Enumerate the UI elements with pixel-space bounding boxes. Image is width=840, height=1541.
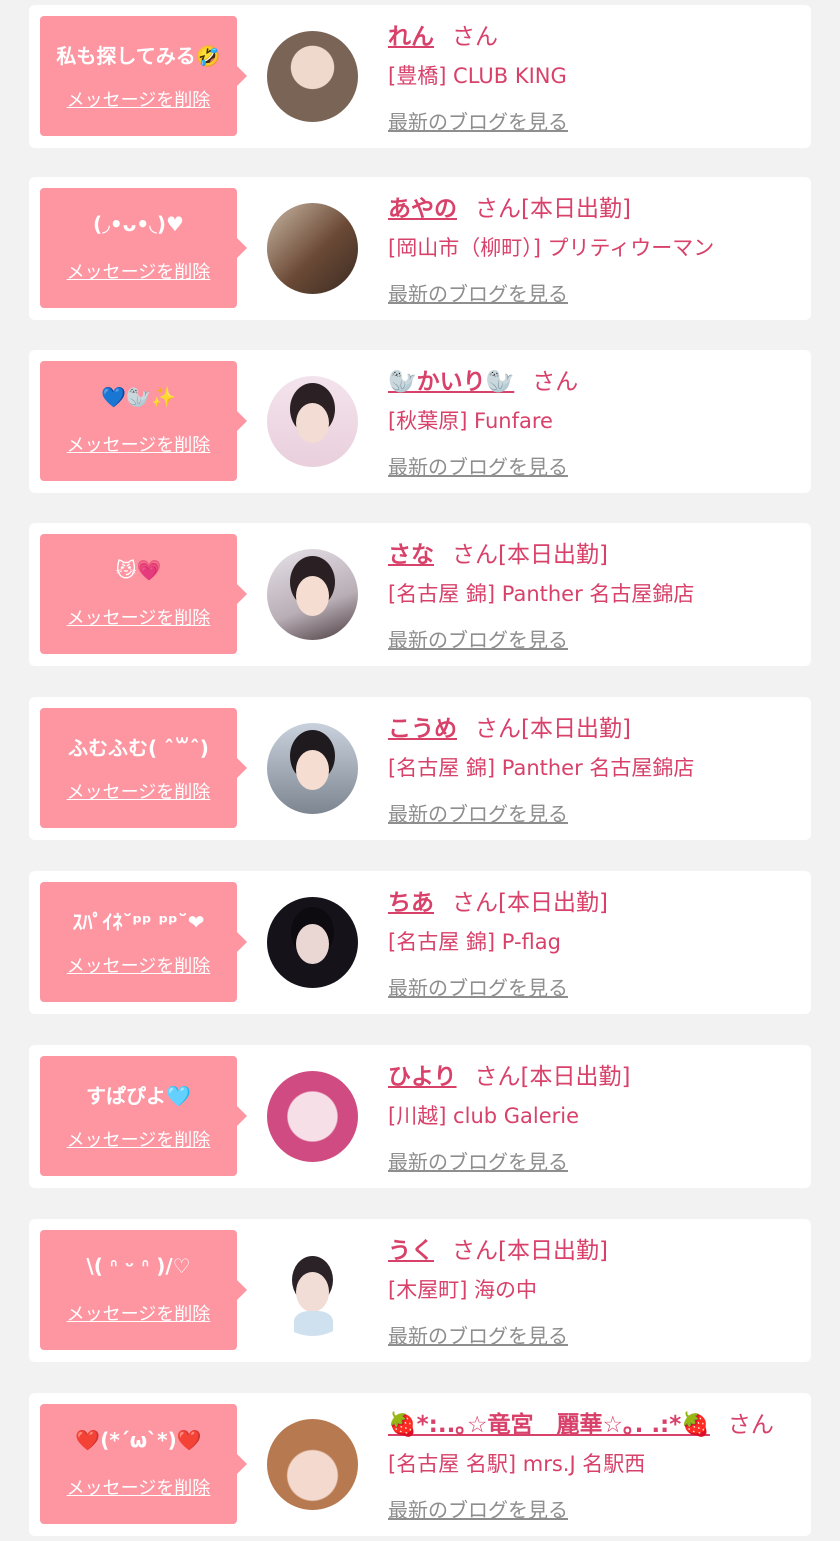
cast-card: 私も探してみる🤣 メッセージを削除 れん さん [豊橋] CLUB KING 最新… [29,5,811,148]
message-text: ❤️(*´ω`*)❤️ [75,1428,202,1452]
cast-card: 💙🦭✨ メッセージを削除 🦭かいり🦭 さん [秋葉原] Funfare 最新のブロ… [29,350,811,493]
latest-blog-link[interactable]: 最新のブログを見る [388,278,568,307]
delete-message-link[interactable]: メッセージを削除 [40,1300,237,1326]
status-label: [本日出勤] [498,1238,608,1264]
message-bubble: 😼💗 メッセージを削除 [40,534,247,654]
cast-card: (◞•ᴗ•◟)♥ メッセージを削除 あやの さん[本日出勤] [岡山市（柳町）] … [29,177,811,320]
cast-card: \( ᐢ ᵕ ᐢ )/♡ メッセージを削除 うく さん[本日出勤] [木屋町] 海… [29,1219,811,1362]
message-text: すぱぴよ🩵 [86,1084,191,1108]
status-label: [本日出勤] [498,542,608,568]
message-text: ふむふむ( ˆ꒳ˆ) [68,736,209,760]
cast-card: ❤️(*´ω`*)❤️ メッセージを削除 🍓*:..｡☆竜宮 麗華☆｡. .:*… [29,1393,811,1536]
latest-blog-link[interactable]: 最新のブログを見る [388,1320,568,1349]
shop-label: [川越] club Galerie [388,1104,580,1128]
honorific: さん [452,1238,498,1264]
status-label: [本日出勤] [521,196,631,222]
honorific: さん [475,716,521,742]
message-bubble: すぱぴよ🩵 メッセージを削除 [40,1056,247,1176]
message-text: 😼💗 [115,558,162,582]
message-text: ｽﾊﾟｲﾈ˘ᵖᵖ ᵖᵖ˘❤ [72,910,205,934]
cast-name-link[interactable]: ちあ [388,890,434,916]
message-bubble: ❤️(*´ω`*)❤️ メッセージを削除 [40,1404,247,1524]
avatar[interactable] [267,1245,358,1336]
honorific: さん [452,890,498,916]
status-label: [本日出勤] [521,716,631,742]
message-bubble: ｽﾊﾟｲﾈ˘ᵖᵖ ᵖᵖ˘❤ メッセージを削除 [40,882,247,1002]
latest-blog-link[interactable]: 最新のブログを見る [388,624,568,653]
message-bubble: ふむふむ( ˆ꒳ˆ) メッセージを削除 [40,708,247,828]
avatar[interactable] [267,549,358,640]
latest-blog-link[interactable]: 最新のブログを見る [388,451,568,480]
honorific: さん [532,369,579,395]
delete-message-link[interactable]: メッセージを削除 [40,778,237,804]
message-bubble: 💙🦭✨ メッセージを削除 [40,361,247,481]
delete-message-link[interactable]: メッセージを削除 [40,258,237,284]
honorific: さん [452,24,498,50]
cast-name-link[interactable]: うく [388,1238,434,1264]
delete-message-link[interactable]: メッセージを削除 [40,86,237,112]
avatar[interactable] [267,1071,358,1162]
avatar[interactable] [267,897,358,988]
message-text: \( ᐢ ᵕ ᐢ )/♡ [86,1254,191,1278]
message-text: 💙🦭✨ [101,385,176,409]
cast-name-link[interactable]: 🍓*:..｡☆竜宮 麗華☆｡. .:*🍓 [388,1412,710,1438]
cast-card: すぱぴよ🩵 メッセージを削除 ひより さん[本日出勤] [川越] club Gal… [29,1045,811,1188]
delete-message-link[interactable]: メッセージを削除 [40,1474,237,1500]
shop-label: [名古屋 名駅] mrs.J 名駅西 [388,1452,646,1476]
message-text: (◞•ᴗ•◟)♥ [92,212,184,236]
latest-blog-link[interactable]: 最新のブログを見る [388,106,568,135]
message-text: 私も探してみる🤣 [56,44,221,68]
shop-label: [名古屋 錦] P-flag [388,930,561,954]
shop-label: [豊橋] CLUB KING [388,64,567,88]
cast-name-link[interactable]: 🦭かいり🦭 [388,369,514,395]
message-bubble: 私も探してみる🤣 メッセージを削除 [40,16,247,136]
message-bubble: (◞•ᴗ•◟)♥ メッセージを削除 [40,188,247,308]
avatar[interactable] [267,376,358,467]
delete-message-link[interactable]: メッセージを削除 [40,431,237,457]
status-label: [本日出勤] [520,1064,631,1090]
cast-card: ｽﾊﾟｲﾈ˘ᵖᵖ ᵖᵖ˘❤ メッセージを削除 ちあ さん[本日出勤] [名古屋 錦… [29,871,811,1014]
message-bubble: \( ᐢ ᵕ ᐢ )/♡ メッセージを削除 [40,1230,247,1350]
shop-label: [名古屋 錦] Panther 名古屋錦店 [388,582,695,606]
cast-card: 😼💗 メッセージを削除 さな さん[本日出勤] [名古屋 錦] Panther 名… [29,523,811,666]
avatar[interactable] [267,203,358,294]
avatar[interactable] [267,1419,358,1510]
cast-card: ふむふむ( ˆ꒳ˆ) メッセージを削除 こうめ さん[本日出勤] [名古屋 錦] … [29,697,811,840]
cast-name-link[interactable]: あやの [388,196,457,222]
delete-message-link[interactable]: メッセージを削除 [40,604,237,630]
latest-blog-link[interactable]: 最新のブログを見る [388,1146,568,1175]
shop-label: [岡山市（柳町）] プリティウーマン [388,236,715,260]
cast-name-link[interactable]: さな [388,542,434,568]
avatar[interactable] [267,723,358,814]
honorific: さん [452,542,498,568]
avatar[interactable] [267,31,358,122]
cast-name-link[interactable]: ひより [388,1064,457,1090]
honorific: さん [474,1064,521,1090]
cast-name-link[interactable]: こうめ [388,716,457,742]
delete-message-link[interactable]: メッセージを削除 [40,952,237,978]
honorific: さん [727,1412,774,1438]
honorific: さん [475,196,521,222]
shop-label: [秋葉原] Funfare [388,409,553,433]
latest-blog-link[interactable]: 最新のブログを見る [388,972,568,1001]
shop-label: [名古屋 錦] Panther 名古屋錦店 [388,756,695,780]
cast-name-link[interactable]: れん [388,24,434,50]
delete-message-link[interactable]: メッセージを削除 [40,1126,237,1152]
latest-blog-link[interactable]: 最新のブログを見る [388,798,568,827]
latest-blog-link[interactable]: 最新のブログを見る [388,1494,568,1523]
favorites-list: 私も探してみる🤣 メッセージを削除 れん さん [豊橋] CLUB KING 最新… [0,0,840,1541]
status-label: [本日出勤] [498,890,608,916]
shop-label: [木屋町] 海の中 [388,1278,538,1302]
